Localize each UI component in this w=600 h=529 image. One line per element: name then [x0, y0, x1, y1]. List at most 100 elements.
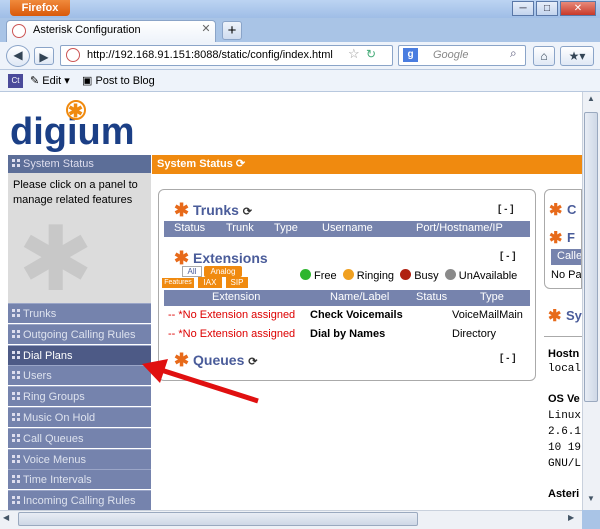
divider [544, 336, 582, 337]
os-line1: Linux [548, 410, 582, 422]
sidebar-header[interactable]: System Status [8, 155, 151, 173]
grid-icon [12, 309, 20, 317]
filter-analog[interactable]: Analog [204, 266, 242, 277]
asterisk-label: Asteri [548, 488, 580, 500]
right-star2-icon: ✱ [549, 230, 563, 247]
search-engine-icon[interactable]: g [403, 48, 418, 62]
sidebar-item-users[interactable]: Users [8, 365, 151, 386]
page-title: System Status ⟳ [152, 155, 582, 174]
busy-dot-icon [400, 269, 412, 280]
window-titlebar [0, 0, 600, 18]
free-dot-icon [300, 269, 311, 280]
post-to-blog-bookmark[interactable]: ▣ Post to Blog [82, 74, 155, 87]
new-tab-button[interactable]: + [222, 21, 242, 40]
table-row[interactable]: -- *No Extension assigned Check Voicemai… [168, 307, 530, 325]
sidebar-item-trunks[interactable]: Trunks [8, 303, 151, 323]
vertical-scroll-thumb[interactable] [584, 112, 598, 402]
sidebar-item-label: Music On Hold [23, 412, 96, 424]
filter-all[interactable]: All [182, 266, 202, 277]
post-label: Post to Blog [95, 75, 155, 87]
right-panel-top: ✱ C ✱ F Calle No Pa [544, 189, 582, 289]
grid-icon [12, 454, 20, 463]
os-line2: 2.6.1 [548, 426, 582, 438]
bookmarks-menu-button[interactable]: ★▾ [560, 46, 594, 66]
maximize-button[interactable]: □ [536, 1, 558, 16]
row-type: VoiceMailMain [452, 309, 523, 321]
os-label: OS Ve [548, 393, 580, 405]
extensions-collapse-button[interactable]: [ - ] [500, 251, 516, 262]
filter-features[interactable]: Features [162, 278, 194, 288]
col-port: Port/Hostname/IP [416, 222, 503, 234]
annotation-arrow-icon [142, 359, 259, 404]
legend-free: Free [314, 270, 337, 282]
extensions-table-header: Extension Name/Label Status Type [164, 290, 530, 306]
sidebar-item-voice-menus[interactable]: Voice Menus [8, 448, 151, 469]
search-placeholder: Google [433, 49, 469, 61]
sidebar-item-incoming-calling-rules[interactable]: Incoming Calling Rules [8, 490, 151, 511]
col-type: Type [480, 291, 504, 303]
ct-icon[interactable]: Ct [8, 74, 23, 88]
firefox-menu-button[interactable]: Firefox [10, 0, 70, 16]
favicon-icon [12, 24, 26, 38]
status-legend: Free Ringing Busy UnAvailable [300, 269, 517, 282]
queues-collapse-button[interactable]: [ - ] [500, 353, 516, 364]
row-name: Check Voicemails [310, 309, 403, 321]
forward-button[interactable]: ▶ [34, 47, 54, 65]
hostname-label: Hostn [548, 348, 580, 360]
col-status: Status [416, 291, 448, 303]
right-panel-system: ✱ Sy Hostn local OS Ve Linux 2.6.1 10 19… [544, 300, 582, 510]
sidebar-item-label: Incoming Calling Rules [23, 495, 136, 508]
filter-sip[interactable]: SIP [226, 277, 248, 288]
row-type: Directory [452, 328, 497, 340]
trunks-collapse-button[interactable]: [ - ] [498, 204, 514, 215]
filter-iax[interactable]: IAX [198, 277, 222, 288]
sidebar-item-label: Users [23, 370, 52, 383]
right-no-parked: No Pa [551, 269, 582, 281]
svg-text:✱: ✱ [68, 101, 83, 121]
col-type: Type [274, 222, 298, 234]
asterisk-watermark-icon: ✱ [18, 210, 94, 310]
scroll-up-icon[interactable]: ▲ [584, 94, 598, 108]
hostname-value: local [548, 363, 582, 375]
sidebar-item-outgoing-calling-rules[interactable]: Outgoing Calling Rules [8, 323, 151, 344]
scroll-down-icon[interactable]: ▼ [584, 494, 598, 508]
system-title: Sy [566, 308, 582, 323]
edit-bookmark[interactable]: ✎ Edit ▾ [30, 74, 70, 87]
home-button[interactable]: ⌂ [533, 46, 555, 66]
horizontal-scroll-thumb[interactable] [18, 512, 418, 526]
edit-label: Edit [42, 75, 62, 87]
grid-icon [12, 392, 20, 401]
url-bar[interactable]: http://192.168.91.151:8088/static/config… [60, 45, 393, 66]
grid-icon [12, 371, 20, 380]
trunks-refresh-icon[interactable]: ⟳ [243, 206, 252, 218]
scroll-left-icon[interactable]: ◀ [3, 513, 15, 526]
tab-asterisk-configuration[interactable]: Asterisk Configuration [6, 20, 216, 42]
table-row[interactable]: -- *No Extension assigned Dial by Names … [168, 326, 530, 344]
scroll-right-icon[interactable]: ▶ [568, 513, 580, 526]
grid-icon [12, 496, 20, 505]
grid-icon [12, 350, 20, 359]
back-button[interactable]: ◀ [6, 45, 30, 67]
sidebar-item-time-intervals[interactable]: Time Intervals [8, 469, 151, 490]
sidebar-item-label: Time Intervals [23, 474, 92, 487]
bookmark-star-icon[interactable]: ☆ [348, 46, 362, 62]
sidebar-item-music-on-hold[interactable]: Music On Hold [8, 407, 151, 427]
close-tab-icon[interactable]: ✕ [200, 23, 212, 35]
sidebar-item-label: Outgoing Calling Rules [23, 328, 136, 341]
sidebar-item-label: Dial Plans [23, 349, 73, 362]
sidebar-item-dial-plans[interactable]: Dial Plans [8, 344, 151, 365]
search-magnifier-icon[interactable]: ⌕ [510, 46, 524, 62]
refresh-icon[interactable]: ⟳ [236, 158, 245, 170]
sidebar-header-label: System Status [23, 158, 94, 170]
legend-ringing: Ringing [356, 270, 395, 282]
system-star-icon: ✱ [548, 308, 562, 325]
grid-icon [12, 475, 20, 484]
minimize-button[interactable]: ─ [512, 1, 534, 16]
sidebar-item-call-queues[interactable]: Call Queues [8, 427, 151, 448]
reload-icon[interactable]: ↻ [366, 47, 386, 63]
close-window-button[interactable]: ✕ [560, 1, 596, 16]
sidebar-item-ring-groups[interactable]: Ring Groups [8, 386, 151, 407]
site-identity-icon[interactable] [66, 48, 80, 62]
right-star-icon: ✱ [549, 202, 563, 219]
os-line4: GNU/L [548, 458, 582, 470]
